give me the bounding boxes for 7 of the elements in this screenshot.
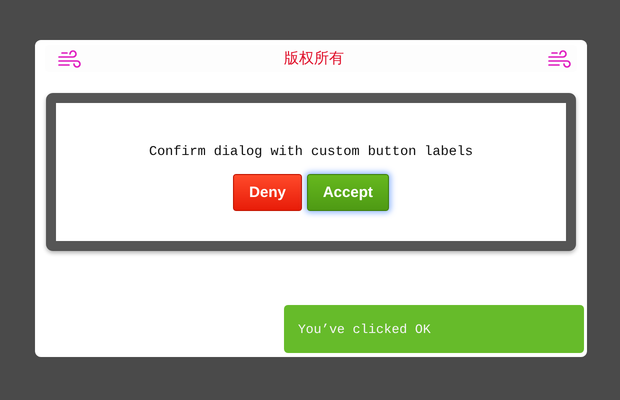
dialog-message: Confirm dialog with custom button labels: [148, 145, 474, 160]
wind-icon: [547, 48, 571, 68]
wind-icon: [57, 48, 81, 68]
toast-message: You’ve clicked OK: [284, 305, 584, 353]
accept-button[interactable]: Accept: [306, 174, 389, 211]
header-title: 版权所有: [284, 49, 344, 68]
deny-button[interactable]: Deny: [233, 174, 302, 211]
